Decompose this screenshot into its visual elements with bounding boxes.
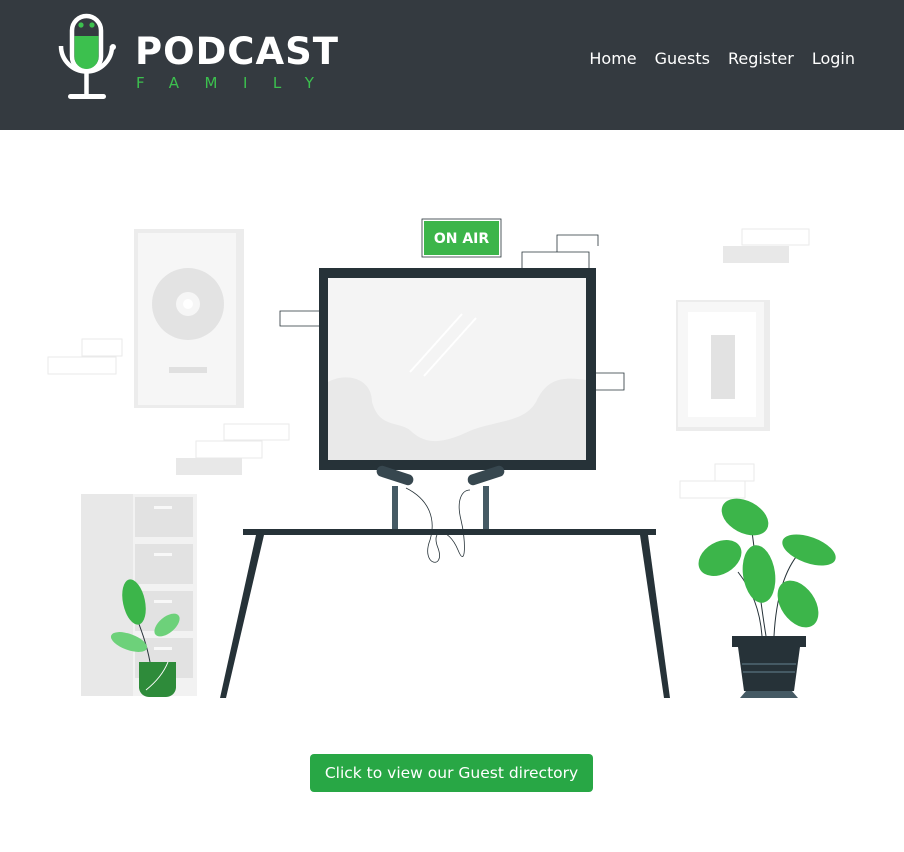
speaker-icon (134, 229, 244, 408)
nav-home[interactable]: Home (589, 48, 636, 70)
nav-login[interactable]: Login (812, 48, 855, 70)
podcast-studio-illustration: ON AIR (47, 218, 836, 698)
picture-frame (676, 300, 770, 431)
big-plant (698, 498, 836, 698)
on-air-sign: ON AIR (421, 218, 502, 258)
desk (220, 529, 670, 698)
on-air-text: ON AIR (434, 231, 490, 247)
nav-guests[interactable]: Guests (655, 48, 710, 70)
brand-subtitle: FAMILY (136, 74, 340, 92)
podcast-microphone-logo-icon (58, 13, 116, 99)
guest-directory-button[interactable]: Click to view our Guest directory (310, 754, 593, 792)
nav-links: Home Guests Register Login (589, 48, 855, 70)
microphones (376, 465, 505, 563)
brand-name: PODCAST (135, 30, 339, 73)
navbar: PODCAST FAMILY Home Guests Register Logi… (0, 0, 904, 130)
brand-logo-link[interactable]: PODCAST FAMILY (56, 12, 346, 104)
monitor-screen (319, 268, 596, 470)
nav-register[interactable]: Register (728, 48, 794, 70)
